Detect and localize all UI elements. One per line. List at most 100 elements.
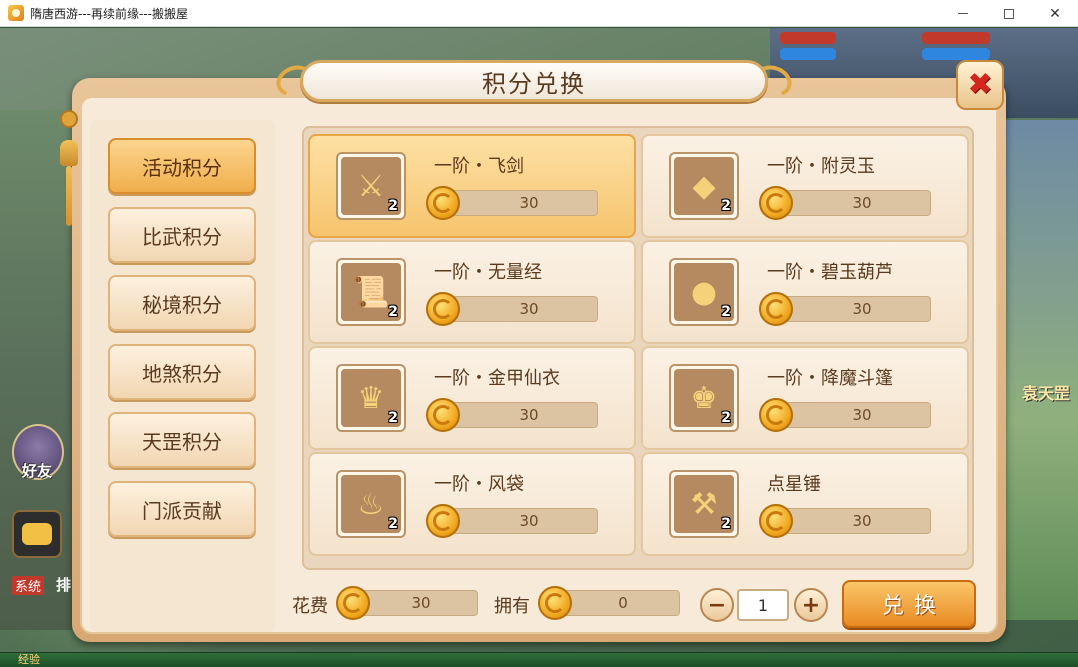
dialog-title-banner: 积分兑换 [300,60,768,102]
item-price: 30 [775,402,931,428]
experience-label: 经验 [18,653,40,666]
chat-icon [22,523,52,545]
item-count: 2 [388,304,398,320]
exchange-button[interactable]: 兑换 [842,580,976,628]
item-price: 30 [442,508,598,534]
item-slot[interactable]: ● 2 [669,258,739,326]
item-card[interactable]: ♚ 2 一阶・降魔斗篷 30 [641,346,969,450]
hammer-icon: ⚒ 2 [674,475,734,533]
item-count: 2 [721,516,731,532]
tab-1[interactable]: 活动积分 [108,138,256,194]
maximize-icon [1004,8,1014,19]
sword-icon: ⚔ 2 [341,157,401,215]
item-price: 30 [442,190,598,216]
item-price: 30 [775,190,931,216]
item-count: 2 [721,304,731,320]
item-glyph: ⚔ [357,168,385,204]
cloak-icon: ♚ 2 [674,369,734,427]
item-glyph: ♚ [690,380,718,416]
hp-bar-2 [922,32,990,44]
item-name: 一阶・金甲仙衣 [434,368,560,389]
item-glyph: ⚒ [690,486,718,522]
item-count: 2 [388,516,398,532]
tab-3[interactable]: 秘境积分 [108,275,256,331]
coin-icon [759,186,793,220]
mp-bar [780,48,836,60]
decrease-quantity-button[interactable]: − [700,588,734,622]
chat-button[interactable] [12,510,62,558]
item-name: 一阶・降魔斗篷 [767,368,893,389]
window-close-button[interactable]: ✕ [1032,0,1078,27]
coin-icon [759,292,793,326]
tab-6[interactable]: 门派贡献 [108,481,256,537]
tab-2[interactable]: 比武积分 [108,207,256,263]
armor-icon: ♛ 2 [341,369,401,427]
system-message: 排 [56,576,72,594]
mp-bar-2 [922,48,990,60]
friend-label[interactable]: 好友 [22,460,52,481]
coin-icon [336,586,370,620]
item-card[interactable]: 📜 2 一阶・无量经 30 [308,240,636,344]
coin-icon [759,398,793,432]
close-icon: ✖ [967,67,993,102]
item-card[interactable]: ⚒ 2 点星锤 30 [641,452,969,556]
wind-bag-icon: ♨ 2 [341,475,401,533]
cost-label: 花费 [292,596,328,617]
item-card[interactable]: ♨ 2 一阶・风袋 30 [308,452,636,556]
coin-icon [426,398,460,432]
minimize-icon [958,13,968,14]
dialog-close-button[interactable]: ✖ [956,60,1004,110]
item-glyph: ● [690,274,718,310]
system-tag: 系统 [12,576,45,595]
item-glyph: ♛ [357,380,385,416]
item-glyph: ◆ [692,168,716,204]
npc-name[interactable]: 袁天罡 [1022,380,1070,404]
tab-5[interactable]: 天罡积分 [108,412,256,468]
item-price: 30 [775,508,931,534]
item-slot[interactable]: ⚒ 2 [669,470,739,538]
item-card[interactable]: ♛ 2 一阶・金甲仙衣 30 [308,346,636,450]
coin-icon [538,586,572,620]
item-slot[interactable]: ♨ 2 [336,470,406,538]
increase-quantity-button[interactable]: + [794,588,828,622]
window-titlebar: 隋唐西游---再续前缘---搬搬屋 ✕ [0,0,1078,27]
item-slot[interactable]: ♚ 2 [669,364,739,432]
item-glyph: 📜 [352,274,390,310]
item-name: 点星锤 [767,474,821,495]
item-slot[interactable]: 📜 2 [336,258,406,326]
window-title: 隋唐西游---再续前缘---搬搬屋 [30,6,188,21]
item-name: 一阶・碧玉葫芦 [767,262,893,283]
tab-4[interactable]: 地煞积分 [108,344,256,400]
item-price: 30 [442,402,598,428]
experience-bar [0,652,1078,667]
item-name: 一阶・附灵玉 [767,156,875,177]
quantity-input[interactable] [737,589,789,621]
item-name: 一阶・飞剑 [434,156,524,177]
item-slot[interactable]: ⚔ 2 [336,152,406,220]
own-label: 拥有 [494,596,530,617]
dialog-title: 积分兑换 [482,69,586,98]
item-price: 30 [775,296,931,322]
item-card[interactable]: ● 2 一阶・碧玉葫芦 30 [641,240,969,344]
app-icon [8,5,24,21]
maximize-button[interactable] [986,0,1032,27]
jade-icon: ◆ 2 [674,157,734,215]
item-slot[interactable]: ◆ 2 [669,152,739,220]
coin-icon [426,504,460,538]
item-name: 一阶・无量经 [434,262,542,283]
item-count: 2 [721,198,731,214]
item-glyph: ♨ [357,486,385,522]
scroll-icon: 📜 2 [341,263,401,321]
item-count: 2 [721,410,731,426]
item-price: 30 [442,296,598,322]
tassel-ornament [60,110,78,230]
minimize-button[interactable] [940,0,986,27]
coin-icon [426,292,460,326]
item-slot[interactable]: ♛ 2 [336,364,406,432]
item-count: 2 [388,198,398,214]
gourd-icon: ● 2 [674,263,734,321]
scene-right [1005,120,1078,620]
item-card[interactable]: ◆ 2 一阶・附灵玉 30 [641,134,969,238]
item-card[interactable]: ⚔ 2 一阶・飞剑 30 [308,134,636,238]
item-count: 2 [388,410,398,426]
